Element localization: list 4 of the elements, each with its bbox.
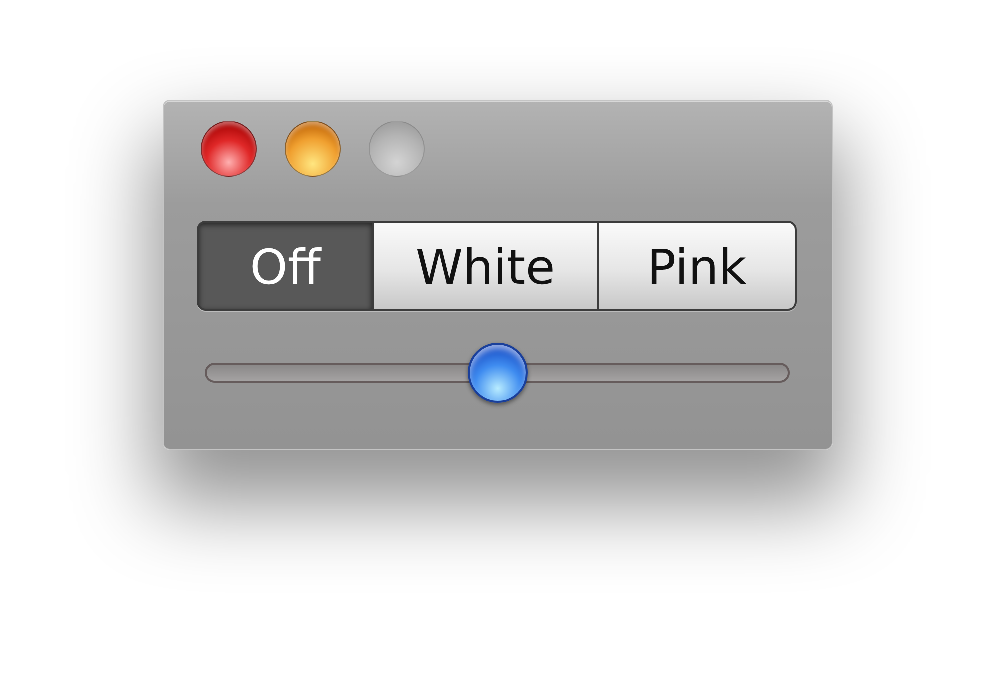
segment-button[interactable]: Off bbox=[199, 223, 372, 309]
slider-thumb[interactable] bbox=[468, 343, 528, 403]
segment-button[interactable]: Pink bbox=[599, 223, 795, 309]
segment-button[interactable]: White bbox=[374, 223, 597, 309]
